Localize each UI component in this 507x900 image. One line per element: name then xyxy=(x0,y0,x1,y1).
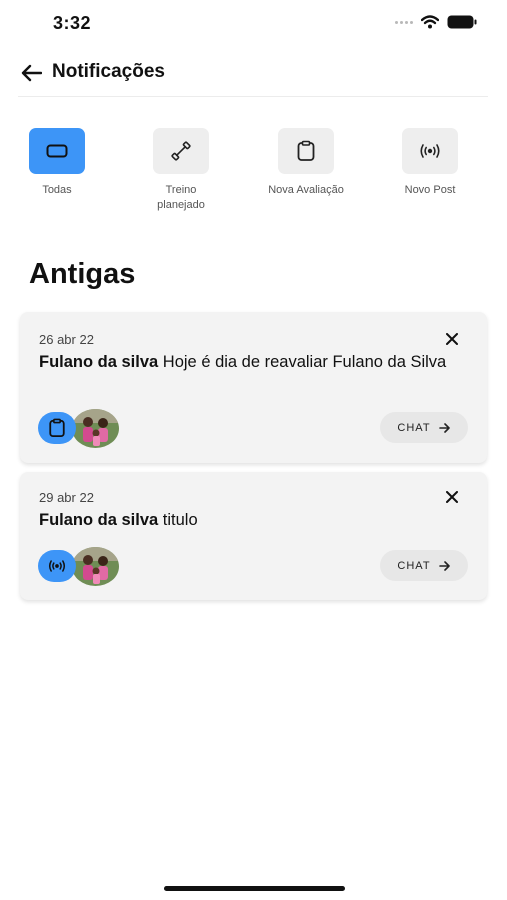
clipboard-icon xyxy=(297,140,315,161)
filter-label: Treino planejado xyxy=(157,184,205,211)
filter-icon-box xyxy=(29,128,85,174)
notification-sender: Fulano da silva xyxy=(39,353,159,371)
arrow-left-icon xyxy=(21,64,42,82)
home-indicator xyxy=(164,886,345,891)
section-title: Antigas xyxy=(29,258,136,290)
filter-treino-planejado[interactable]: Treino planejado xyxy=(126,128,236,213)
close-button[interactable] xyxy=(443,330,461,348)
filter-label: Todas xyxy=(42,184,72,196)
page-title: Notificações xyxy=(52,61,165,82)
rectangle-icon xyxy=(46,144,68,158)
notification-type-badge xyxy=(38,550,76,582)
filter-todas[interactable]: Todas xyxy=(2,128,112,198)
broadcast-icon xyxy=(48,560,66,572)
notification-message: titulo xyxy=(162,511,198,529)
close-icon xyxy=(446,333,458,345)
chat-button[interactable]: CHAT xyxy=(380,550,468,581)
filter-icon-box xyxy=(278,128,334,174)
status-time: 3:32 xyxy=(53,13,92,33)
notification-sender: Fulano da silva xyxy=(39,511,159,529)
notification-date: 29 abr 22 xyxy=(39,490,94,505)
filter-bar: Todas Treino planejado Nova Avaliação No… xyxy=(20,128,488,218)
close-button[interactable] xyxy=(443,488,461,506)
filter-label: Novo Post xyxy=(404,184,456,196)
notification-message: Hoje é dia de reavaliar Fulano da Silva xyxy=(162,353,447,371)
wifi-icon xyxy=(421,15,439,29)
filter-label: Nova Avaliação xyxy=(268,184,344,196)
arrow-right-icon xyxy=(438,560,450,571)
avatar-photo xyxy=(72,409,119,448)
avatar xyxy=(72,409,119,448)
chat-label: CHAT xyxy=(397,421,431,434)
avatar xyxy=(72,547,119,586)
battery-icon xyxy=(447,15,477,29)
status-icons xyxy=(395,15,477,29)
close-icon xyxy=(446,491,458,503)
back-button[interactable] xyxy=(18,60,44,86)
notification-card[interactable]: 29 abr 22 Fulano da silva titulo CHAT xyxy=(20,472,487,600)
broadcast-icon xyxy=(420,144,440,158)
filter-nova-avaliacao[interactable]: Nova Avaliação xyxy=(251,128,361,198)
notification-text: Fulano da silva titulo xyxy=(39,509,469,531)
filter-novo-post[interactable]: Novo Post xyxy=(375,128,485,198)
notification-text: Fulano da silva Hoje é dia de reavaliar … xyxy=(39,351,469,373)
signal-icon xyxy=(395,20,413,24)
status-bar: 3:32 xyxy=(0,0,507,48)
arrow-right-icon xyxy=(438,422,450,433)
chat-label: CHAT xyxy=(397,559,431,572)
filter-icon-box xyxy=(153,128,209,174)
dumbbell-icon xyxy=(171,141,191,161)
notification-date: 26 abr 22 xyxy=(39,332,94,347)
avatar-photo xyxy=(72,547,119,586)
notification-type-badge xyxy=(38,412,76,444)
clipboard-icon xyxy=(49,418,65,438)
notification-card[interactable]: 26 abr 22 Fulano da silva Hoje é dia de … xyxy=(20,312,487,463)
filter-icon-box xyxy=(402,128,458,174)
chat-button[interactable]: CHAT xyxy=(380,412,468,443)
header: Notificações xyxy=(18,58,488,97)
